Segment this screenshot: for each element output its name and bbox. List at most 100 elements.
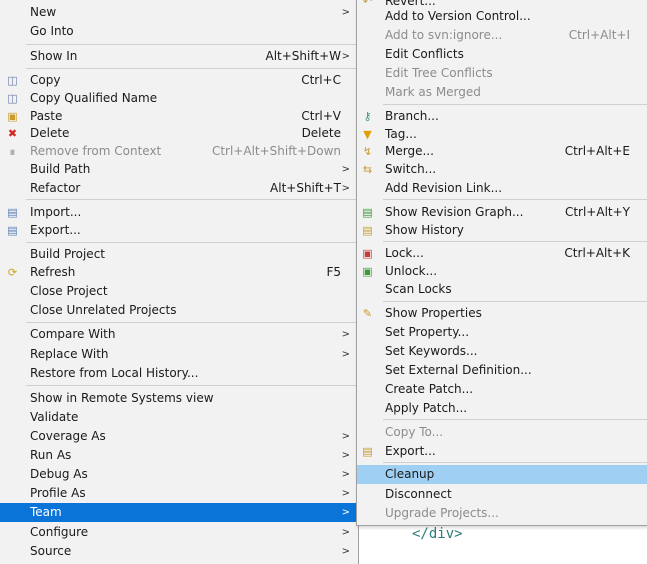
- menu-item-compare-with[interactable]: Compare With >: [0, 325, 358, 344]
- copy-qualified-name-icon: ◫: [7, 92, 18, 105]
- code-editor[interactable]: </div>: [360, 526, 647, 564]
- menu-item-replace-with[interactable]: Replace With >: [0, 345, 358, 364]
- menu-item-label: Compare With: [30, 327, 116, 341]
- menu-item-restore-local-history[interactable]: Restore from Local History...: [0, 364, 358, 383]
- menu-item-label: Upgrade Projects...: [385, 506, 499, 520]
- menu-item-label: New: [30, 5, 57, 19]
- menu-item-label: Disconnect: [385, 487, 452, 501]
- menu-item-set-property[interactable]: Set Property...: [357, 323, 647, 342]
- menu-item-label: Remove from Context: [30, 144, 162, 158]
- menu-item-shortcut: Alt+Shift+T: [270, 181, 341, 195]
- revision-graph-icon: ▤: [362, 206, 373, 219]
- menu-item-label: Switch...: [385, 162, 437, 176]
- history-icon: ▤: [362, 224, 373, 237]
- menu-item-new[interactable]: New >: [0, 3, 358, 22]
- menu-item-label: Set Property...: [385, 325, 470, 339]
- menu-item-label: Unlock...: [385, 264, 438, 278]
- menu-item-label: Set External Definition...: [385, 363, 532, 377]
- menu-item-go-into[interactable]: Go Into: [0, 22, 358, 41]
- menu-item-create-patch[interactable]: Create Patch...: [357, 380, 647, 399]
- menu-item-scan-locks[interactable]: Scan Locks: [357, 280, 647, 299]
- menu-item-label: Cleanup: [385, 467, 435, 481]
- menu-item-edit-conflicts[interactable]: Edit Conflicts: [357, 45, 647, 64]
- delete-icon: ✖: [7, 127, 18, 140]
- menu-item-set-external-definition[interactable]: Set External Definition...: [357, 361, 647, 380]
- menu-item-build-path[interactable]: Build Path >: [0, 160, 358, 179]
- menu-item-label: Merge...: [385, 144, 434, 158]
- menu-item-label: Close Project: [30, 284, 108, 298]
- menu-item-merge[interactable]: ↯ Merge... Ctrl+Alt+E: [357, 142, 647, 161]
- menu-item-remove-from-context: ∎ Remove from Context Ctrl+Alt+Shift+Dow…: [0, 142, 358, 161]
- menu-item-team-export[interactable]: ▤ Export...: [357, 442, 647, 461]
- unlock-icon: ▣: [362, 265, 373, 278]
- menu-item-apply-patch[interactable]: Apply Patch...: [357, 399, 647, 418]
- submenu-arrow-icon: >: [341, 527, 350, 538]
- menu-item-show-in[interactable]: Show In Alt+Shift+W >: [0, 47, 358, 66]
- menu-item-cleanup[interactable]: Cleanup: [357, 465, 647, 484]
- menu-item-label: Show In: [30, 49, 78, 63]
- menu-item-label: Show Revision Graph...: [385, 205, 524, 219]
- menu-item-label: Refresh: [30, 265, 76, 279]
- menu-item-switch[interactable]: ⇆ Switch...: [357, 160, 647, 179]
- submenu-arrow-icon: >: [341, 546, 350, 557]
- menu-item-add-to-svn-ignore: Add to svn:ignore... Ctrl+Alt+I: [357, 26, 647, 45]
- switch-icon: ⇆: [362, 163, 373, 176]
- menu-item-import[interactable]: ▤ Import...: [0, 203, 358, 222]
- menu-item-copy-to: Copy To...: [357, 423, 647, 442]
- menu-item-shortcut: F5: [326, 265, 341, 279]
- menu-separator: [26, 44, 356, 45]
- menu-item-label: Copy To...: [385, 425, 444, 439]
- menu-item-shortcut: Ctrl+C: [301, 73, 341, 87]
- menu-item-label: Mark as Merged: [385, 85, 481, 99]
- submenu-arrow-icon: >: [341, 431, 350, 442]
- menu-item-label: Lock...: [385, 246, 424, 260]
- menu-item-label: Build Path: [30, 162, 91, 176]
- menu-item-unlock[interactable]: ▣ Unlock...: [357, 262, 647, 281]
- menu-item-set-keywords[interactable]: Set Keywords...: [357, 342, 647, 361]
- menu-item-show-history[interactable]: ▤ Show History: [357, 221, 647, 240]
- menu-item-label: Copy Qualified Name: [30, 91, 158, 105]
- menu-item-label: Create Patch...: [385, 382, 474, 396]
- menu-item-source[interactable]: Source >: [0, 542, 358, 561]
- menu-item-label: Source: [30, 544, 72, 558]
- menu-item-coverage-as[interactable]: Coverage As >: [0, 427, 358, 446]
- menu-item-refresh[interactable]: ⟳ Refresh F5: [0, 263, 358, 282]
- menu-item-run-as[interactable]: Run As >: [0, 446, 358, 465]
- menu-item-validate[interactable]: Validate: [0, 408, 358, 427]
- menu-item-label: Coverage As: [30, 429, 106, 443]
- paste-icon: ▣: [7, 110, 18, 123]
- menu-item-delete[interactable]: ✖ Delete Delete: [0, 124, 358, 143]
- menu-item-show-properties[interactable]: ✎ Show Properties: [357, 304, 647, 323]
- menu-separator: [26, 242, 356, 243]
- menu-item-branch[interactable]: ⚷ Branch...: [357, 107, 647, 126]
- menu-item-lock[interactable]: ▣ Lock... Ctrl+Alt+K: [357, 244, 647, 263]
- menu-item-disconnect[interactable]: Disconnect: [357, 485, 647, 504]
- menu-item-label: Build Project: [30, 247, 105, 261]
- menu-item-refactor[interactable]: Refactor Alt+Shift+T >: [0, 179, 358, 198]
- menu-item-team[interactable]: Team >: [0, 503, 358, 522]
- lock-icon: ▣: [362, 247, 373, 260]
- menu-item-profile-as[interactable]: Profile As >: [0, 484, 358, 503]
- menu-item-upgrade-projects: Upgrade Projects...: [357, 504, 647, 523]
- export-icon: ▤: [7, 224, 18, 237]
- menu-item-close-project[interactable]: Close Project: [0, 282, 358, 301]
- menu-item-configure[interactable]: Configure >: [0, 523, 358, 542]
- menu-item-add-revision-link[interactable]: Add Revision Link...: [357, 179, 647, 198]
- menu-item-copy-qualified-name[interactable]: ◫ Copy Qualified Name: [0, 89, 358, 108]
- menu-item-show-remote-systems[interactable]: Show in Remote Systems view: [0, 389, 358, 408]
- context-menu: New > Go Into Show In Alt+Shift+W > ◫ Co…: [0, 0, 359, 564]
- menu-item-label: Set Keywords...: [385, 344, 478, 358]
- menu-item-debug-as[interactable]: Debug As >: [0, 465, 358, 484]
- menu-item-label: Apply Patch...: [385, 401, 468, 415]
- menu-item-shortcut: Alt+Shift+W: [265, 49, 342, 63]
- menu-item-copy[interactable]: ◫ Copy Ctrl+C: [0, 71, 358, 90]
- menu-item-close-unrelated-projects[interactable]: Close Unrelated Projects: [0, 301, 358, 320]
- menu-item-build-project[interactable]: Build Project: [0, 245, 358, 264]
- menu-item-label: Add to Version Control...: [385, 9, 531, 23]
- menu-item-label: Go Into: [30, 24, 74, 38]
- menu-item-add-to-version-control[interactable]: Add to Version Control...: [357, 7, 647, 26]
- menu-item-label: Add to svn:ignore...: [385, 28, 503, 42]
- menu-item-show-revision-graph[interactable]: ▤ Show Revision Graph... Ctrl+Alt+Y: [357, 203, 647, 222]
- menu-separator: [26, 322, 356, 323]
- menu-item-export[interactable]: ▤ Export...: [0, 221, 358, 240]
